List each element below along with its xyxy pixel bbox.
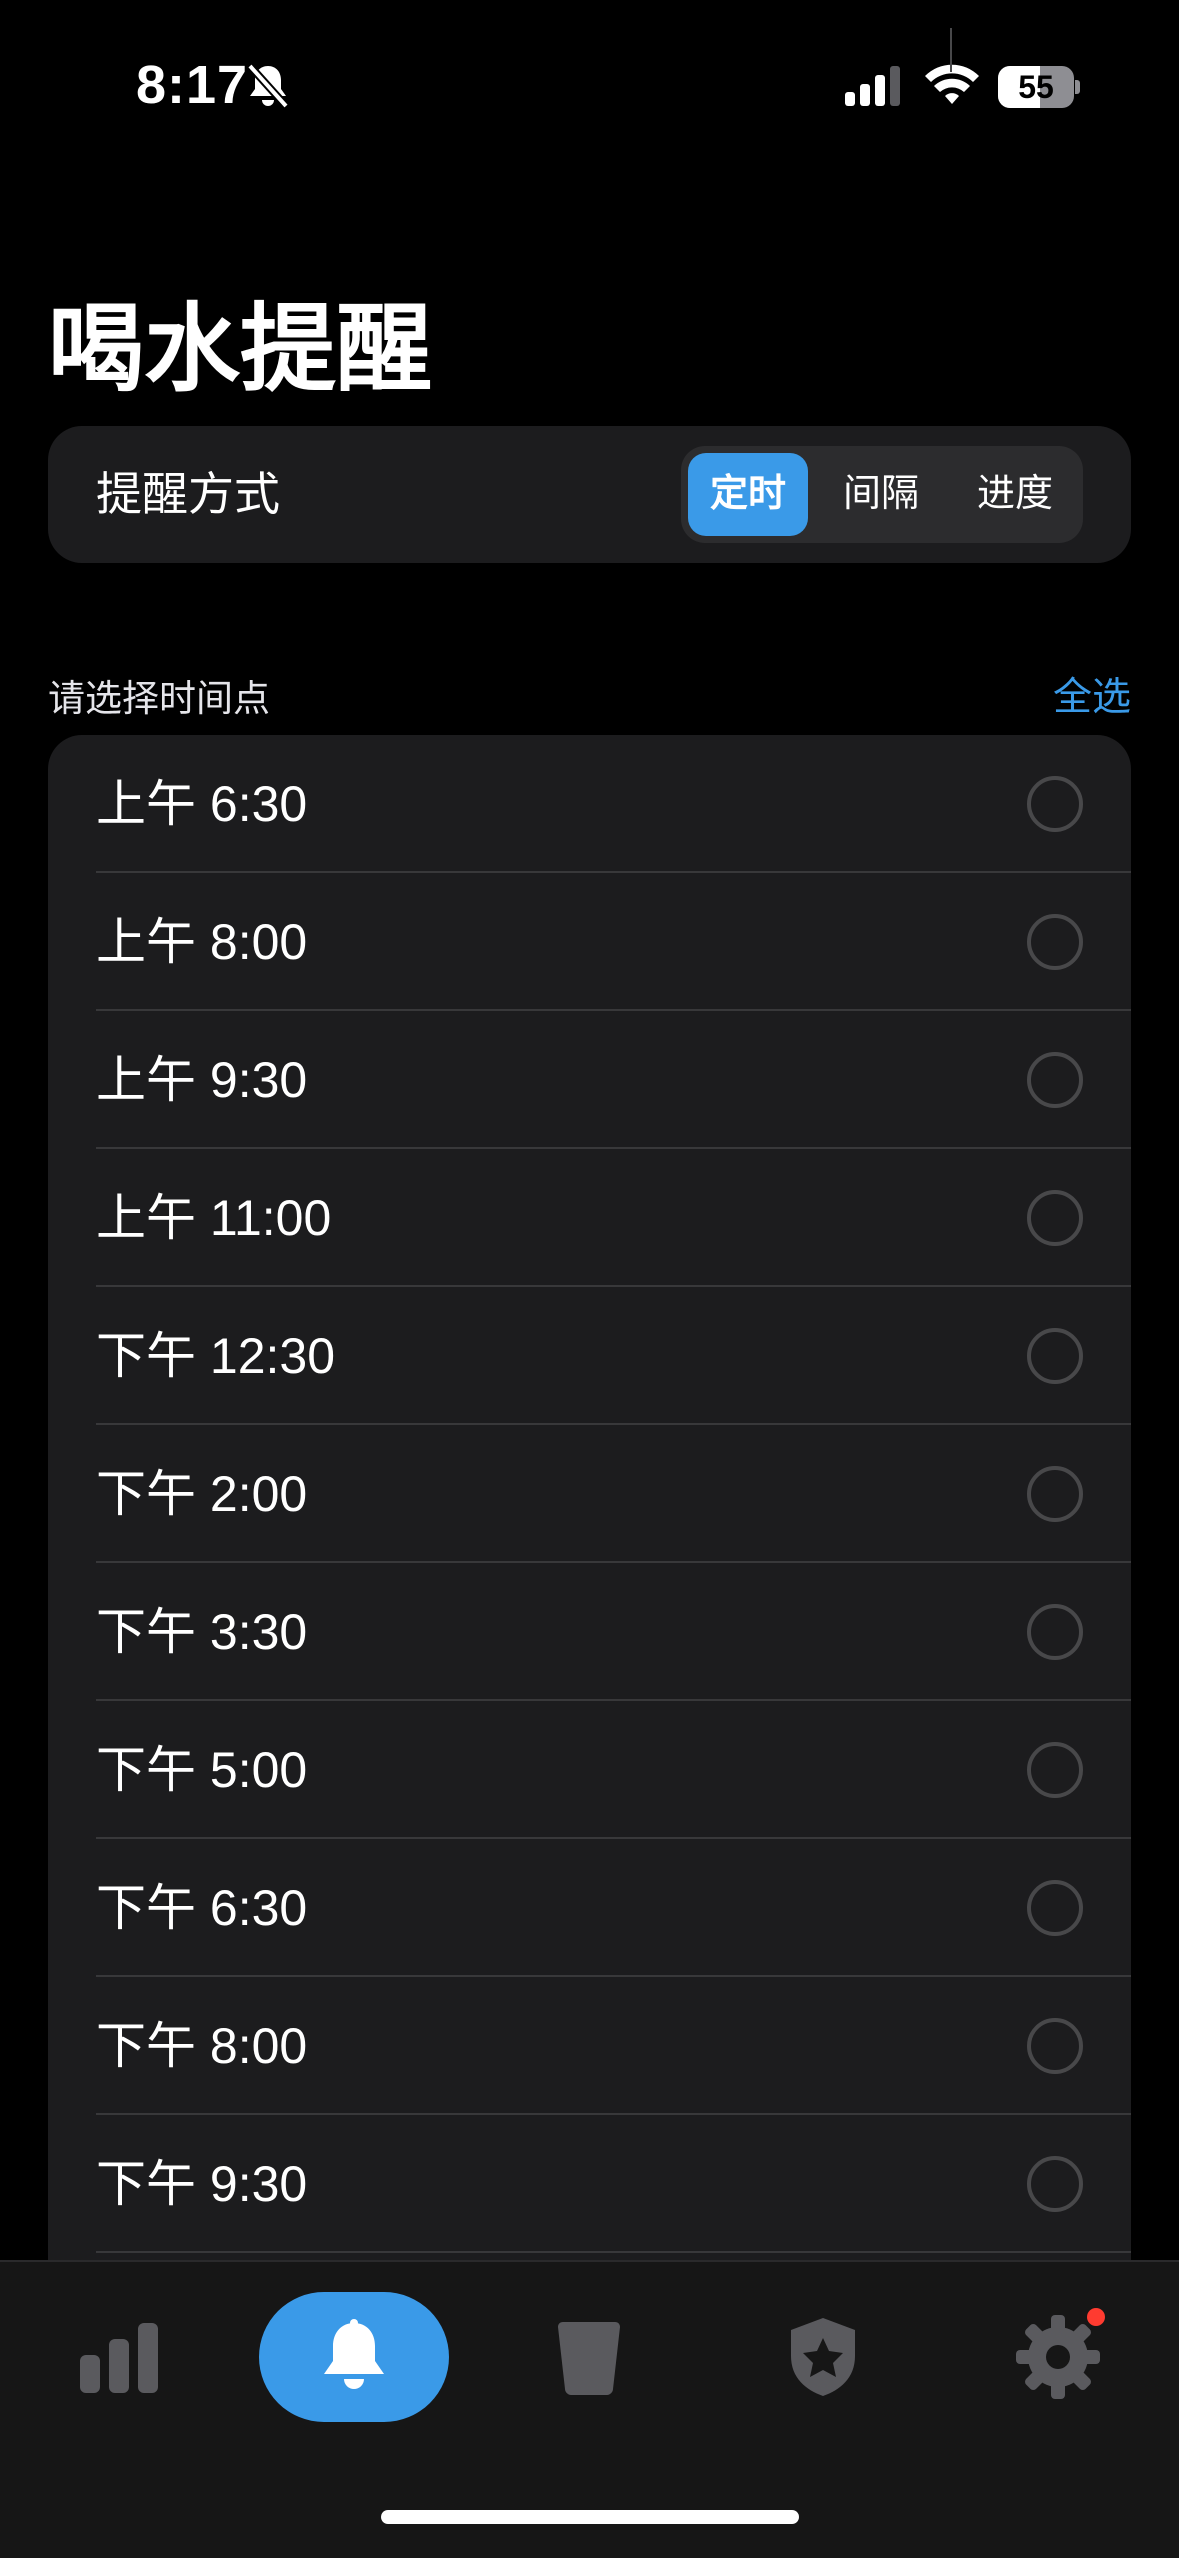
time-row[interactable]: 上午 6:30: [48, 735, 1131, 873]
bell-icon: [324, 2319, 384, 2389]
select-radio[interactable]: [1027, 1190, 1083, 1246]
select-radio[interactable]: [1027, 1742, 1083, 1798]
shield-star-icon: [791, 2318, 855, 2396]
select-radio[interactable]: [1027, 2018, 1083, 2074]
time-label: 上午 6:30: [96, 776, 308, 832]
tab-achievements[interactable]: [728, 2292, 918, 2422]
select-radio[interactable]: [1027, 1052, 1083, 1108]
time-label: 下午 3:30: [96, 1604, 308, 1660]
time-row[interactable]: 下午 8:00: [48, 1977, 1131, 2115]
tab-statistics[interactable]: [24, 2292, 214, 2422]
battery-indicator: 55: [998, 66, 1080, 108]
segment-progress[interactable]: 进度: [953, 453, 1077, 536]
time-list: 上午 6:30 上午 8:00 上午 9:30 上午 11:00 下午 12:30 下午 …: [48, 735, 1131, 2280]
bell-off-icon: [247, 63, 289, 109]
battery-level: 55: [1018, 69, 1054, 105]
time-row[interactable]: 上午 9:30: [48, 1011, 1131, 1149]
cup-icon: [558, 2322, 620, 2395]
time-row[interactable]: 下午 3:30: [48, 1563, 1131, 1701]
select-all-button[interactable]: 全选: [1053, 666, 1131, 722]
time-label: 下午 8:00: [96, 2018, 308, 2074]
tab-settings[interactable]: [963, 2292, 1153, 2422]
wifi-icon: [925, 64, 979, 104]
segment-divider: [950, 28, 952, 72]
time-row[interactable]: 上午 8:00: [48, 873, 1131, 1011]
time-row[interactable]: 下午 9:30: [48, 2115, 1131, 2253]
home-indicator: [381, 2510, 799, 2524]
select-radio[interactable]: [1027, 1604, 1083, 1660]
time-label: 下午 12:30: [96, 1328, 336, 1384]
bar-chart-icon: [80, 2323, 158, 2393]
signal-icon: [845, 66, 900, 106]
reminder-mode-label: 提醒方式: [96, 468, 280, 520]
select-radio[interactable]: [1027, 1328, 1083, 1384]
time-label: 上午 8:00: [96, 914, 308, 970]
time-label: 上午 9:30: [96, 1052, 308, 1108]
time-row[interactable]: 下午 5:00: [48, 1701, 1131, 1839]
time-row[interactable]: 上午 11:00: [48, 1149, 1131, 1287]
time-row[interactable]: 下午 6:30: [48, 1839, 1131, 1977]
tab-reminders[interactable]: [259, 2292, 449, 2422]
select-radio[interactable]: [1027, 776, 1083, 832]
select-radio[interactable]: [1027, 1466, 1083, 1522]
reminder-mode-card: 提醒方式 定时 间隔 进度: [48, 426, 1131, 563]
time-label: 下午 2:00: [96, 1466, 308, 1522]
time-label: 下午 5:00: [96, 1742, 308, 1798]
status-time: 8:17: [136, 55, 249, 115]
notification-badge: [1087, 2308, 1105, 2326]
page-title: 喝水提醒: [48, 296, 432, 403]
section-header: 请选择时间点: [48, 678, 270, 719]
select-radio[interactable]: [1027, 2156, 1083, 2212]
segment-interval[interactable]: 间隔: [817, 453, 945, 536]
gear-icon: [1016, 2315, 1100, 2399]
time-label: 上午 11:00: [96, 1190, 332, 1246]
select-radio[interactable]: [1027, 1880, 1083, 1936]
status-bar: 8:17 55: [0, 0, 1179, 170]
tab-drink[interactable]: [494, 2292, 684, 2422]
reminder-mode-segmented-control: 定时 间隔 进度: [681, 446, 1083, 543]
time-label: 下午 9:30: [96, 2156, 308, 2212]
time-label: 下午 6:30: [96, 1880, 308, 1936]
time-row[interactable]: 下午 2:00: [48, 1425, 1131, 1563]
select-radio[interactable]: [1027, 914, 1083, 970]
segment-scheduled[interactable]: 定时: [688, 453, 808, 536]
row-separator: [96, 2251, 1131, 2253]
time-row[interactable]: 下午 12:30: [48, 1287, 1131, 1425]
